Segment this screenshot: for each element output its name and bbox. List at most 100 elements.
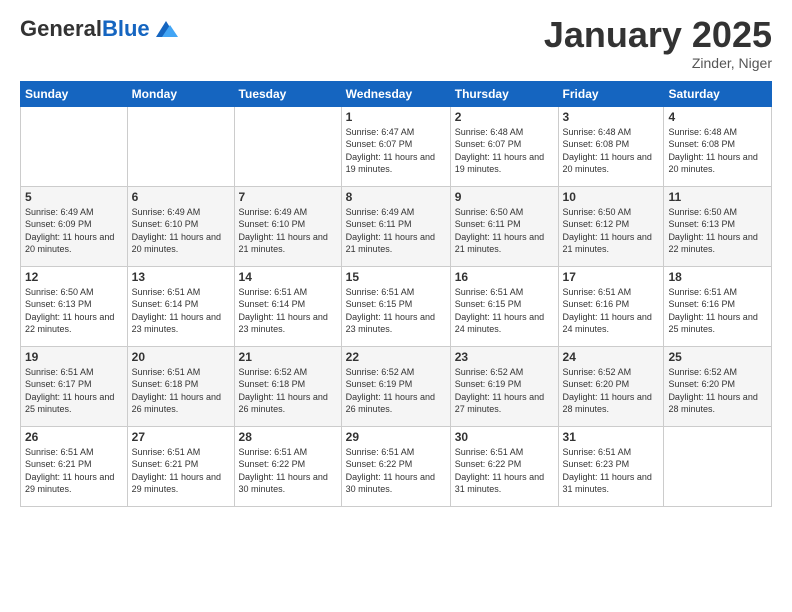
- month-title: January 2025: [544, 15, 772, 55]
- day-number: 2: [455, 110, 554, 124]
- day-number: 30: [455, 430, 554, 444]
- calendar-cell: [21, 106, 128, 186]
- day-info: Sunrise: 6:49 AMSunset: 6:09 PMDaylight:…: [25, 206, 123, 256]
- day-number: 24: [563, 350, 660, 364]
- calendar-cell: 30Sunrise: 6:51 AMSunset: 6:22 PMDayligh…: [450, 426, 558, 506]
- logo-blue: Blue: [102, 16, 150, 41]
- calendar-cell: 7Sunrise: 6:49 AMSunset: 6:10 PMDaylight…: [234, 186, 341, 266]
- calendar-cell: 14 Sunrise: 6:51 AMSunset: 6:14 PMDayligh…: [234, 266, 341, 346]
- day-number: 5: [25, 190, 123, 204]
- header-sunday: Sunday: [21, 81, 128, 106]
- day-info: Sunrise: 6:50 AMSunset: 6:11 PMDaylight:…: [455, 206, 554, 256]
- calendar-cell: [234, 106, 341, 186]
- header-tuesday: Tuesday: [234, 81, 341, 106]
- calendar-cell: 24 Sunrise: 6:52 AMSunset: 6:20 PMDayligh…: [558, 346, 664, 426]
- logo: GeneralBlue: [20, 15, 180, 43]
- day-info: Sunrise: 6:51 AMSunset: 6:14 PMDaylight:…: [132, 286, 230, 336]
- calendar-cell: 8Sunrise: 6:49 AMSunset: 6:11 PMDaylight…: [341, 186, 450, 266]
- calendar-week-3: 12Sunrise: 6:50 AMSunset: 6:13 PMDayligh…: [21, 266, 772, 346]
- day-info: Sunrise: 6:52 AMSunset: 6:19 PMDaylight:…: [346, 366, 446, 416]
- calendar-cell: [127, 106, 234, 186]
- day-number: 19: [25, 350, 123, 364]
- day-info: Sunrise: 6:49 AMSunset: 6:11 PMDaylight:…: [346, 206, 446, 256]
- day-number: 22: [346, 350, 446, 364]
- calendar-cell: 4 Sunrise: 6:48 AMSunset: 6:08 PMDaylight…: [664, 106, 772, 186]
- calendar-cell: 11Sunrise: 6:50 AMSunset: 6:13 PMDayligh…: [664, 186, 772, 266]
- calendar-cell: 18 Sunrise: 6:51 AMSunset: 6:16 PMDayligh…: [664, 266, 772, 346]
- calendar-cell: 31 Sunrise: 6:51 AMSunset: 6:23 PMDayligh…: [558, 426, 664, 506]
- calendar-week-5: 26 Sunrise: 6:51 AMSunset: 6:21 PMDayligh…: [21, 426, 772, 506]
- day-number: 18: [668, 270, 767, 284]
- day-info: Sunrise: 6:52 AMSunset: 6:18 PMDaylight:…: [239, 366, 337, 416]
- day-number: 17: [563, 270, 660, 284]
- calendar-cell: 5 Sunrise: 6:49 AMSunset: 6:09 PMDaylight…: [21, 186, 128, 266]
- calendar-cell: 19 Sunrise: 6:51 AMSunset: 6:17 PMDayligh…: [21, 346, 128, 426]
- calendar-cell: 28 Sunrise: 6:51 AMSunset: 6:22 PMDayligh…: [234, 426, 341, 506]
- day-number: 25: [668, 350, 767, 364]
- day-info: Sunrise: 6:51 AMSunset: 6:21 PMDaylight:…: [132, 446, 230, 496]
- day-number: 28: [239, 430, 337, 444]
- calendar-cell: 10 Sunrise: 6:50 AMSunset: 6:12 PMDayligh…: [558, 186, 664, 266]
- calendar-week-2: 5 Sunrise: 6:49 AMSunset: 6:09 PMDaylight…: [21, 186, 772, 266]
- calendar-cell: 25 Sunrise: 6:52 AMSunset: 6:20 PMDayligh…: [664, 346, 772, 426]
- day-number: 26: [25, 430, 123, 444]
- calendar-cell: 9Sunrise: 6:50 AMSunset: 6:11 PMDaylight…: [450, 186, 558, 266]
- day-number: 29: [346, 430, 446, 444]
- day-info: Sunrise: 6:50 AMSunset: 6:12 PMDaylight:…: [563, 206, 660, 256]
- day-number: 23: [455, 350, 554, 364]
- day-info: Sunrise: 6:48 AMSunset: 6:07 PMDaylight:…: [455, 126, 554, 176]
- day-info: Sunrise: 6:51 AMSunset: 6:23 PMDaylight:…: [563, 446, 660, 496]
- calendar-header-row: Sunday Monday Tuesday Wednesday Thursday…: [21, 81, 772, 106]
- day-number: 31: [563, 430, 660, 444]
- day-number: 1: [346, 110, 446, 124]
- header-saturday: Saturday: [664, 81, 772, 106]
- calendar-cell: 6 Sunrise: 6:49 AMSunset: 6:10 PMDaylight…: [127, 186, 234, 266]
- calendar-cell: 17 Sunrise: 6:51 AMSunset: 6:16 PMDayligh…: [558, 266, 664, 346]
- calendar-cell: 21 Sunrise: 6:52 AMSunset: 6:18 PMDayligh…: [234, 346, 341, 426]
- day-info: Sunrise: 6:51 AMSunset: 6:18 PMDaylight:…: [132, 366, 230, 416]
- day-info: Sunrise: 6:48 AMSunset: 6:08 PMDaylight:…: [563, 126, 660, 176]
- day-number: 14: [239, 270, 337, 284]
- day-number: 4: [668, 110, 767, 124]
- calendar-cell: 23Sunrise: 6:52 AMSunset: 6:19 PMDayligh…: [450, 346, 558, 426]
- day-info: Sunrise: 6:50 AMSunset: 6:13 PMDaylight:…: [668, 206, 767, 256]
- day-info: Sunrise: 6:50 AMSunset: 6:13 PMDaylight:…: [25, 286, 123, 336]
- day-number: 6: [132, 190, 230, 204]
- day-info: Sunrise: 6:47 AMSunset: 6:07 PMDaylight:…: [346, 126, 446, 176]
- calendar-cell: 22 Sunrise: 6:52 AMSunset: 6:19 PMDayligh…: [341, 346, 450, 426]
- day-number: 13: [132, 270, 230, 284]
- day-number: 21: [239, 350, 337, 364]
- calendar-cell: 13 Sunrise: 6:51 AMSunset: 6:14 PMDayligh…: [127, 266, 234, 346]
- logo-general: General: [20, 16, 102, 41]
- day-info: Sunrise: 6:51 AMSunset: 6:22 PMDaylight:…: [346, 446, 446, 496]
- day-info: Sunrise: 6:51 AMSunset: 6:22 PMDaylight:…: [239, 446, 337, 496]
- calendar-table: Sunday Monday Tuesday Wednesday Thursday…: [20, 81, 772, 507]
- day-number: 16: [455, 270, 554, 284]
- calendar-cell: 1 Sunrise: 6:47 AMSunset: 6:07 PMDaylight…: [341, 106, 450, 186]
- day-info: Sunrise: 6:52 AMSunset: 6:20 PMDaylight:…: [668, 366, 767, 416]
- day-info: Sunrise: 6:51 AMSunset: 6:16 PMDaylight:…: [563, 286, 660, 336]
- title-block: January 2025 Zinder, Niger: [544, 15, 772, 71]
- day-info: Sunrise: 6:52 AMSunset: 6:20 PMDaylight:…: [563, 366, 660, 416]
- day-info: Sunrise: 6:51 AMSunset: 6:14 PMDaylight:…: [239, 286, 337, 336]
- day-number: 27: [132, 430, 230, 444]
- header-monday: Monday: [127, 81, 234, 106]
- day-number: 10: [563, 190, 660, 204]
- location-subtitle: Zinder, Niger: [544, 55, 772, 71]
- calendar-cell: 27 Sunrise: 6:51 AMSunset: 6:21 PMDayligh…: [127, 426, 234, 506]
- logo-icon: [152, 15, 180, 43]
- day-info: Sunrise: 6:49 AMSunset: 6:10 PMDaylight:…: [132, 206, 230, 256]
- day-info: Sunrise: 6:51 AMSunset: 6:16 PMDaylight:…: [668, 286, 767, 336]
- page: GeneralBlue January 2025 Zinder, Niger S…: [0, 0, 792, 612]
- calendar-week-1: 1 Sunrise: 6:47 AMSunset: 6:07 PMDaylight…: [21, 106, 772, 186]
- calendar-week-4: 19 Sunrise: 6:51 AMSunset: 6:17 PMDayligh…: [21, 346, 772, 426]
- calendar-cell: 29 Sunrise: 6:51 AMSunset: 6:22 PMDayligh…: [341, 426, 450, 506]
- day-info: Sunrise: 6:51 AMSunset: 6:17 PMDaylight:…: [25, 366, 123, 416]
- day-info: Sunrise: 6:48 AMSunset: 6:08 PMDaylight:…: [668, 126, 767, 176]
- calendar-cell: 12Sunrise: 6:50 AMSunset: 6:13 PMDayligh…: [21, 266, 128, 346]
- day-info: Sunrise: 6:51 AMSunset: 6:15 PMDaylight:…: [346, 286, 446, 336]
- calendar-cell: 15Sunrise: 6:51 AMSunset: 6:15 PMDayligh…: [341, 266, 450, 346]
- header-thursday: Thursday: [450, 81, 558, 106]
- day-number: 7: [239, 190, 337, 204]
- header-wednesday: Wednesday: [341, 81, 450, 106]
